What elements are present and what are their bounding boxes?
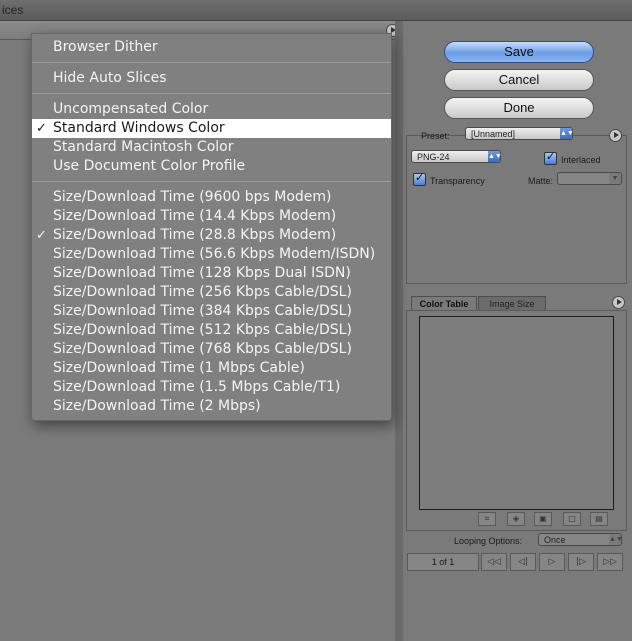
interlaced-label: Interlaced	[561, 155, 601, 165]
menu-item[interactable]: Hide Auto Slices	[32, 69, 391, 88]
save-button[interactable]: Save	[444, 41, 594, 63]
preset-label: Preset:	[421, 131, 450, 141]
matte-select[interactable]: ▼	[557, 172, 622, 185]
preset-value: [Unnamed]	[471, 129, 516, 139]
play-icon[interactable]: ▷	[539, 553, 565, 571]
interlaced-checkbox[interactable]	[544, 150, 557, 165]
chevron-down-icon: ▼	[609, 173, 621, 184]
menu-item[interactable]: Size/Download Time (1 Mbps Cable)	[32, 359, 391, 378]
window-title: ices	[2, 3, 24, 17]
lock-color-icon[interactable]: ▣	[534, 512, 552, 526]
menu-item[interactable]: Size/Download Time (9600 bps Modem)	[32, 188, 391, 207]
menu-item-label: Size/Download Time (768 Kbps Cable/DSL)	[53, 341, 352, 357]
menu-item[interactable]: Size/Download Time (56.6 Kbps Modem/ISDN…	[32, 245, 391, 264]
menu-item-label: Size/Download Time (2 Mbps)	[53, 398, 261, 414]
menu-item[interactable]: Size/Download Time (14.4 Kbps Modem)	[32, 207, 391, 226]
chevron-updown-icon: ▲▼	[560, 128, 574, 139]
chevron-updown-icon: ▲▼	[488, 151, 502, 162]
menu-item-label: Size/Download Time (14.4 Kbps Modem)	[53, 208, 337, 224]
looping-label: Looping Options:	[454, 536, 523, 546]
color-table-swatch-area[interactable]	[419, 316, 614, 510]
new-color-icon[interactable]: □	[563, 512, 581, 526]
frame-counter: 1 of 1	[407, 553, 479, 571]
menu-item[interactable]: Size/Download Time (128 Kbps Dual ISDN)	[32, 264, 391, 283]
preset-menu-icon[interactable]	[609, 129, 622, 142]
chevron-updown-icon: ▲▼	[609, 534, 623, 545]
menu-item-label: Size/Download Time (1 Mbps Cable)	[53, 360, 305, 376]
color-table-menu-icon[interactable]	[612, 296, 625, 309]
checkmark-icon: ✓	[36, 121, 47, 136]
menu-item-label: Standard Windows Color	[53, 120, 225, 136]
menu-item[interactable]: Size/Download Time (256 Kbps Cable/DSL)	[32, 283, 391, 302]
checkmark-icon: ✓	[36, 228, 47, 243]
first-frame-icon[interactable]: ◁◁	[481, 553, 507, 571]
menu-item[interactable]: Use Document Color Profile	[32, 157, 391, 176]
menu-item[interactable]: Size/Download Time (1.5 Mbps Cable/T1)	[32, 378, 391, 397]
menu-item-label: Size/Download Time (512 Kbps Cable/DSL)	[53, 322, 352, 338]
menu-item-label: Use Document Color Profile	[53, 158, 246, 174]
menu-item-label: Size/Download Time (1.5 Mbps Cable/T1)	[53, 379, 341, 395]
menu-separator	[32, 181, 391, 182]
menu-item[interactable]: Standard Macintosh Color	[32, 138, 391, 157]
menu-item[interactable]: Size/Download Time (768 Kbps Cable/DSL)	[32, 340, 391, 359]
menu-item-label: Size/Download Time (384 Kbps Cable/DSL)	[53, 303, 352, 319]
format-value: PNG-24	[417, 152, 450, 162]
menu-item-label: Uncompensated Color	[53, 101, 209, 117]
menu-item[interactable]: ✓ Standard Windows Color	[32, 119, 391, 138]
menu-item[interactable]: Size/Download Time (384 Kbps Cable/DSL)	[32, 302, 391, 321]
menu-item-label: Size/Download Time (28.8 Kbps Modem)	[53, 227, 337, 243]
transparency-label: Transparency	[430, 176, 485, 186]
tab-image-size[interactable]: Image Size	[478, 296, 546, 311]
menu-item[interactable]: ✓ Size/Download Time (28.8 Kbps Modem)	[32, 226, 391, 245]
panel-divider[interactable]	[395, 21, 403, 641]
tab-color-table[interactable]: Color Table	[411, 296, 477, 311]
menu-item-label: Size/Download Time (9600 bps Modem)	[53, 189, 332, 205]
menu-item[interactable]: Size/Download Time (512 Kbps Cable/DSL)	[32, 321, 391, 340]
done-button[interactable]: Done	[444, 97, 594, 119]
menu-item-label: Size/Download Time (128 Kbps Dual ISDN)	[53, 265, 351, 281]
trash-icon[interactable]: ▤	[590, 512, 608, 526]
menu-item-label: Browser Dither	[53, 39, 158, 55]
map-color-icon[interactable]: ⌗	[478, 512, 496, 526]
matte-label: Matte:	[528, 176, 554, 186]
last-frame-icon[interactable]: ▷▷	[597, 553, 623, 571]
window-titlebar: ices	[0, 0, 632, 21]
previous-frame-icon[interactable]: ◁|	[510, 553, 536, 571]
menu-item-label: Size/Download Time (56.6 Kbps Modem/ISDN…	[53, 246, 376, 262]
looping-select[interactable]: Once ▲▼	[538, 533, 623, 546]
preset-select[interactable]: [Unnamed] ▲▼	[465, 127, 574, 140]
menu-item[interactable]: Browser Dither	[32, 38, 391, 57]
web-shift-icon[interactable]: ◈	[507, 512, 525, 526]
menu-item-label: Size/Download Time (256 Kbps Cable/DSL)	[53, 284, 352, 300]
transparency-checkbox[interactable]	[413, 171, 426, 186]
menu-item-label: Standard Macintosh Color	[53, 139, 234, 155]
preview-options-menu: Browser Dither Hide Auto Slices Uncompensa…	[31, 33, 392, 421]
menu-item[interactable]: Size/Download Time (2 Mbps)	[32, 397, 391, 416]
menu-separator	[32, 62, 391, 63]
menu-item-label: Hide Auto Slices	[53, 70, 167, 86]
looping-value: Once	[544, 535, 566, 545]
cancel-button[interactable]: Cancel	[444, 69, 594, 91]
menu-item[interactable]: Uncompensated Color	[32, 100, 391, 119]
menu-separator	[32, 93, 391, 94]
next-frame-icon[interactable]: |▷	[568, 553, 594, 571]
format-select[interactable]: PNG-24 ▲▼	[411, 150, 502, 163]
